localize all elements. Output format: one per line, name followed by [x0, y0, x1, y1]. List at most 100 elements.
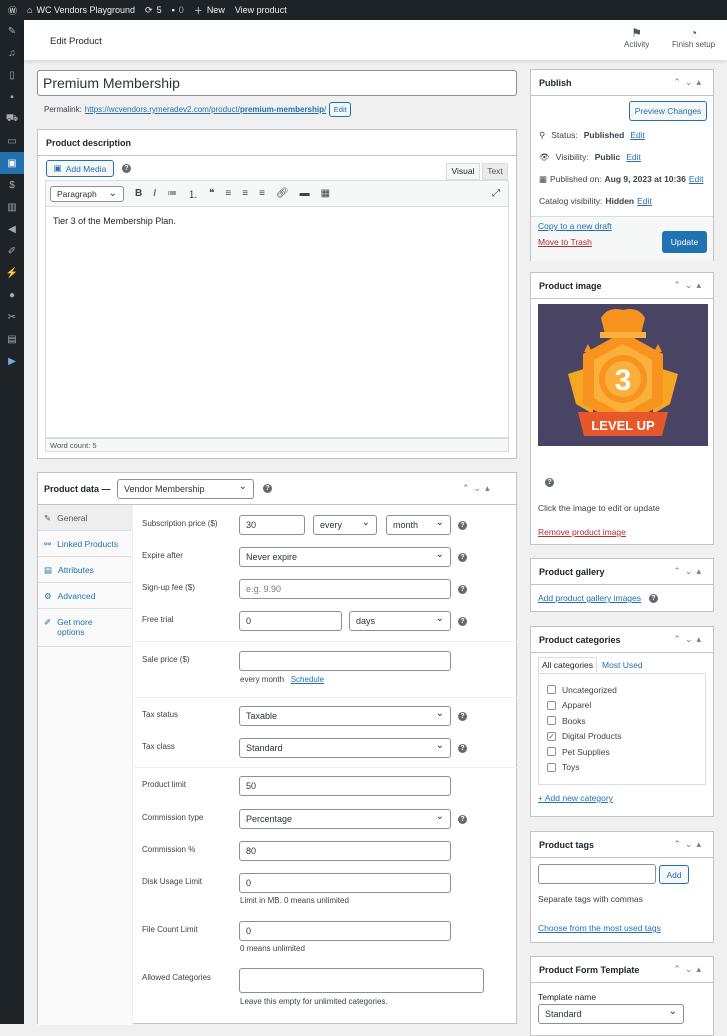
- product-limit-input[interactable]: 50: [239, 776, 451, 796]
- help-icon[interactable]: ?: [458, 744, 467, 753]
- checkbox[interactable]: [547, 700, 556, 710]
- help-icon[interactable]: ?: [263, 484, 272, 493]
- add-media-button[interactable]: ▣ Add Media: [46, 160, 114, 177]
- align-center-icon[interactable]: ≡: [242, 188, 248, 199]
- media-icon[interactable]: ♫: [0, 42, 24, 64]
- product-image[interactable]: 3 LEVEL UP: [538, 304, 708, 446]
- comments-icon[interactable]: ▪: [0, 86, 24, 108]
- activity-button[interactable]: ⚑ Activity: [624, 26, 649, 49]
- help-icon[interactable]: ?: [649, 594, 658, 603]
- product-type-select[interactable]: Vendor Membership: [117, 479, 254, 499]
- help-icon[interactable]: ?: [545, 478, 554, 487]
- finish-setup-button[interactable]: ◔ Finish setup: [672, 26, 715, 49]
- appearance-icon[interactable]: ✐: [0, 240, 24, 262]
- toolbar-toggle-icon[interactable]: ▦: [321, 188, 330, 199]
- file-count-input[interactable]: 0: [239, 921, 451, 941]
- site-name-link[interactable]: ⌂ WC Vendors Playground: [27, 5, 135, 15]
- update-button[interactable]: Update: [662, 231, 707, 253]
- analytics-icon[interactable]: ▥: [0, 196, 24, 218]
- permalink-edit-button[interactable]: Edit: [329, 102, 352, 117]
- tab-advanced[interactable]: ⚙ Advanced: [38, 583, 132, 609]
- panel-arrows[interactable]: ⌃⌄▴: [673, 280, 705, 291]
- help-icon[interactable]: ?: [458, 553, 467, 562]
- fullscreen-icon[interactable]: ⤢: [492, 188, 500, 199]
- category-item[interactable]: ✓ Digital Products: [547, 729, 697, 745]
- add-gallery-link[interactable]: Add product gallery images: [538, 593, 641, 603]
- users-icon[interactable]: ●: [0, 284, 24, 306]
- category-item[interactable]: Uncategorized: [547, 682, 697, 698]
- commission-percent-input[interactable]: 80: [239, 841, 451, 861]
- edit-status-link[interactable]: Edit: [630, 130, 645, 140]
- add-tag-button[interactable]: Add: [659, 865, 689, 884]
- link-icon[interactable]: 🔗︎: [276, 188, 289, 199]
- sale-price-input[interactable]: [239, 651, 451, 671]
- tab-attributes[interactable]: ▤ Attributes: [38, 557, 132, 583]
- panel-arrows[interactable]: ⌃⌄▴: [673, 839, 705, 850]
- choose-tags-link[interactable]: Choose from the most used tags: [538, 923, 661, 933]
- bold-icon[interactable]: B: [135, 188, 142, 199]
- bullet-list-icon[interactable]: ≔: [167, 188, 177, 199]
- add-category-link[interactable]: + Add new category: [538, 793, 613, 803]
- disk-usage-input[interactable]: 0: [239, 873, 451, 893]
- help-icon[interactable]: ?: [458, 521, 467, 530]
- help-icon[interactable]: ?: [458, 712, 467, 721]
- help-icon[interactable]: ?: [122, 164, 131, 173]
- pages-icon[interactable]: ▯: [0, 64, 24, 86]
- new-link[interactable]: ＋ New: [194, 4, 225, 17]
- woo-icon[interactable]: ▭: [0, 130, 24, 152]
- comments-link[interactable]: ▪ 0: [172, 5, 184, 15]
- panel-arrows[interactable]: ⌃⌄▴: [462, 483, 494, 494]
- copy-draft-link[interactable]: Copy to a new draft: [538, 221, 612, 231]
- format-select[interactable]: Paragraph: [50, 185, 124, 202]
- edit-date-link[interactable]: Edit: [689, 174, 704, 184]
- tax-status-select[interactable]: Taxable: [239, 706, 451, 726]
- align-right-icon[interactable]: ≡: [259, 188, 265, 199]
- commission-type-select[interactable]: Percentage: [239, 809, 451, 829]
- panel-arrows[interactable]: ⌃⌄▴: [673, 77, 705, 88]
- move-to-trash-link[interactable]: Move to Trash: [538, 237, 592, 247]
- view-product-link[interactable]: View product: [235, 5, 287, 15]
- pin-icon[interactable]: ✎: [0, 20, 24, 42]
- tag-input[interactable]: [538, 864, 656, 884]
- updates-link[interactable]: ⟳ 5: [145, 5, 162, 16]
- edit-catalog-link[interactable]: Edit: [637, 196, 652, 206]
- panel-arrows[interactable]: ⌃⌄▴: [673, 964, 705, 975]
- category-item[interactable]: Apparel: [547, 698, 697, 714]
- wordpress-logo-icon[interactable]: Ⓦ: [8, 4, 17, 17]
- schedule-link[interactable]: Schedule: [291, 675, 324, 684]
- payments-icon[interactable]: $: [0, 174, 24, 196]
- play-icon[interactable]: ▶: [0, 350, 24, 372]
- tab-most-used[interactable]: Most Used: [602, 660, 643, 670]
- permalink-link[interactable]: https://wcvendors.rymeradev2.com/product…: [85, 105, 326, 114]
- interval-select[interactable]: every: [313, 515, 377, 535]
- tab-visual[interactable]: Visual: [446, 163, 480, 180]
- edit-visibility-link[interactable]: Edit: [626, 152, 641, 162]
- template-select[interactable]: Standard: [538, 1004, 684, 1024]
- blockquote-icon[interactable]: ❝: [209, 188, 214, 199]
- settings-icon[interactable]: ▤: [0, 328, 24, 350]
- panel-arrows[interactable]: ⌃⌄▴: [673, 634, 705, 645]
- align-left-icon[interactable]: ≡: [225, 188, 231, 199]
- category-item[interactable]: Toys: [547, 760, 697, 776]
- cart-icon[interactable]: ⛟: [0, 108, 24, 130]
- tab-general[interactable]: ✎ General: [38, 505, 132, 531]
- editor-content[interactable]: Tier 3 of the Membership Plan.: [45, 207, 509, 438]
- checkbox[interactable]: [547, 747, 556, 757]
- panel-arrows[interactable]: ⌃⌄▴: [673, 566, 705, 577]
- allowed-categories-input[interactable]: [239, 968, 484, 993]
- tax-class-select[interactable]: Standard: [239, 738, 451, 758]
- expire-after-select[interactable]: Never expire: [239, 547, 451, 567]
- subscription-price-input[interactable]: 30: [239, 515, 305, 535]
- help-icon[interactable]: ?: [458, 617, 467, 626]
- products-icon[interactable]: ▣: [0, 152, 24, 174]
- checkbox[interactable]: [547, 716, 556, 726]
- tab-text[interactable]: Text: [482, 163, 508, 180]
- plugins-icon[interactable]: ⚡: [0, 262, 24, 284]
- read-more-icon[interactable]: ▬: [300, 188, 310, 199]
- tab-get-more-options[interactable]: ✐ Get more options: [38, 609, 132, 647]
- checkbox[interactable]: [547, 762, 556, 772]
- tab-all-categories[interactable]: All categories: [538, 657, 598, 672]
- category-item[interactable]: Books: [547, 713, 697, 729]
- tab-linked-products[interactable]: ⚯ Linked Products: [38, 531, 132, 557]
- free-trial-input[interactable]: 0: [239, 611, 342, 631]
